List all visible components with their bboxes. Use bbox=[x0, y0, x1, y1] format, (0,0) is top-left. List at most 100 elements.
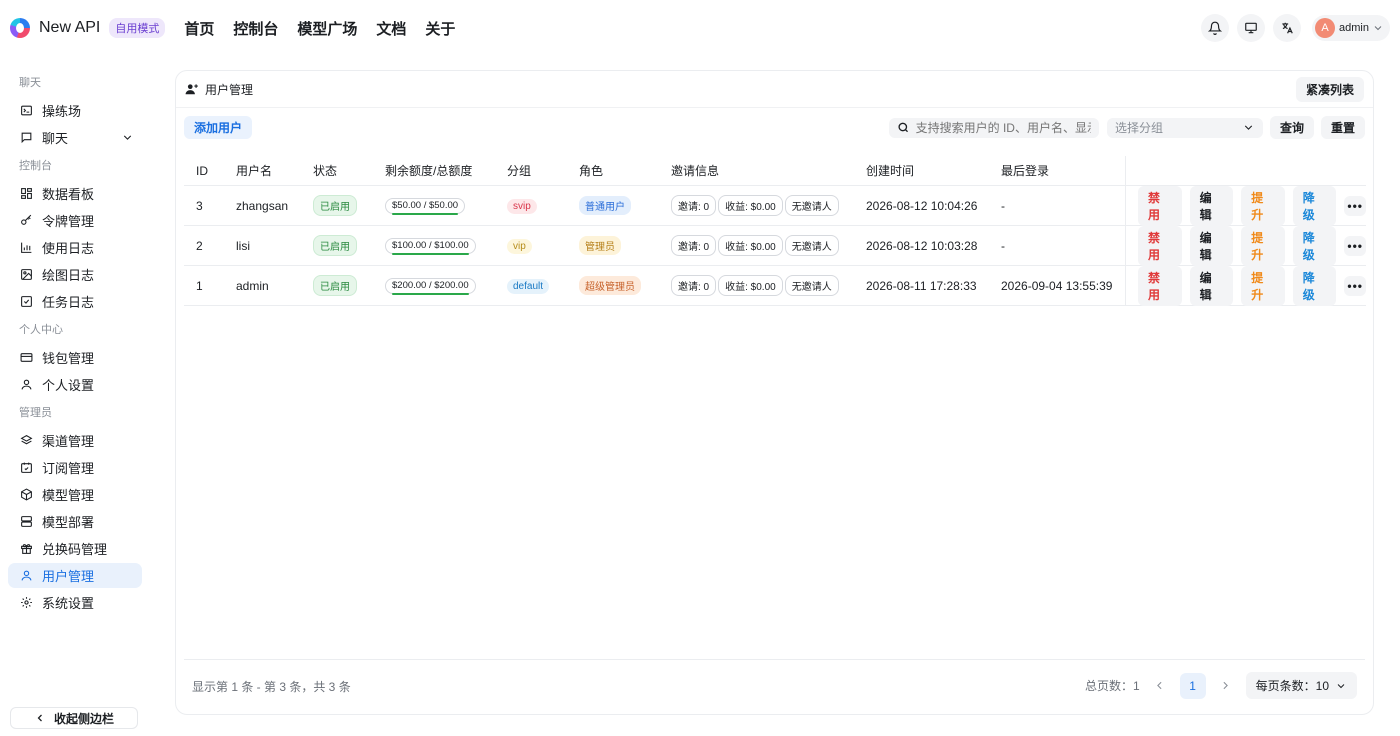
cell-created: 2026-08-12 10:03:28 bbox=[866, 238, 978, 253]
chevron-down-icon[interactable] bbox=[121, 131, 134, 144]
group-select[interactable]: 选择分组 bbox=[1106, 117, 1263, 138]
server-icon bbox=[19, 515, 33, 529]
col-group[interactable]: 分组 bbox=[507, 162, 579, 179]
wallet-icon bbox=[19, 351, 33, 365]
nav-about[interactable]: 关于 bbox=[425, 18, 455, 39]
nav-model-plaza[interactable]: 模型广场 bbox=[297, 18, 357, 39]
inviter: 无邀请人 bbox=[784, 195, 839, 216]
logo-icon[interactable] bbox=[10, 18, 30, 38]
sidebar-item-wallet[interactable]: 钱包管理 bbox=[8, 345, 142, 370]
demote-button[interactable]: 降级 bbox=[1292, 265, 1337, 306]
users-table: ID 用户名 状态 剩余额度/总额度 分组 角色 邀请信息 创建时间 最后登录 … bbox=[184, 155, 1366, 306]
edit-button[interactable]: 编辑 bbox=[1189, 265, 1234, 306]
col-username[interactable]: 用户名 bbox=[236, 162, 313, 179]
prev-page-button[interactable] bbox=[1148, 673, 1172, 699]
more-icon[interactable]: ••• bbox=[1344, 235, 1366, 256]
playground-icon bbox=[19, 104, 33, 118]
sidebar-item-dashboard[interactable]: 数据看板 bbox=[8, 181, 142, 206]
sidebar-item-model-deploy[interactable]: 模型部署 bbox=[8, 509, 142, 534]
disable-button[interactable]: 禁用 bbox=[1138, 265, 1182, 306]
more-icon[interactable]: ••• bbox=[1344, 275, 1366, 296]
cell-last-login: - bbox=[1001, 198, 1005, 213]
cell-username: zhangsan bbox=[236, 198, 289, 213]
disable-button[interactable]: 禁用 bbox=[1138, 225, 1182, 266]
promote-button[interactable]: 提升 bbox=[1241, 225, 1285, 266]
page-size-label: 每页条数：10 bbox=[1255, 679, 1329, 693]
sidebar-item-label: 兑换码管理 bbox=[42, 542, 108, 557]
sidebar-group-console: 控制台 bbox=[19, 160, 52, 172]
collapse-sidebar-label: 收起侧边栏 bbox=[53, 711, 114, 726]
mode-badge: 自用模式 bbox=[109, 18, 166, 38]
sidebar-item-system-settings[interactable]: 系统设置 bbox=[8, 590, 142, 615]
demote-button[interactable]: 降级 bbox=[1292, 185, 1337, 226]
sidebar-item-usage-log[interactable]: 使用日志 bbox=[8, 235, 142, 260]
search-box[interactable] bbox=[888, 117, 1099, 138]
user-management-card: 用户管理 紧凑列表 添加用户 选择分组 查询 重置 ID 用户名 状态 剩余额度… bbox=[175, 70, 1374, 715]
nav-home[interactable]: 首页 bbox=[184, 18, 214, 39]
total-pages: 总页数：1 bbox=[1084, 679, 1140, 693]
user-icon bbox=[19, 378, 33, 392]
col-role[interactable]: 角色 bbox=[579, 162, 671, 179]
role-badge: 超级管理员 bbox=[579, 276, 641, 295]
sidebar-item-personal-settings[interactable]: 个人设置 bbox=[8, 372, 142, 397]
compact-list-button[interactable]: 紧凑列表 bbox=[1295, 76, 1364, 102]
sidebar-item-tokens[interactable]: 令牌管理 bbox=[8, 208, 142, 233]
dashboard-icon bbox=[19, 187, 33, 201]
chevron-right-icon bbox=[1223, 681, 1229, 690]
group-badge: vip bbox=[507, 238, 532, 254]
bell-icon[interactable] bbox=[1201, 14, 1230, 42]
sidebar-item-label: 钱包管理 bbox=[42, 351, 95, 366]
quota-badge: $200.00 / $200.00 bbox=[385, 278, 476, 295]
col-status[interactable]: 状态 bbox=[313, 162, 385, 179]
user-menu[interactable]: A admin bbox=[1312, 15, 1390, 41]
brand-name[interactable]: New API bbox=[39, 19, 100, 37]
promote-button[interactable]: 提升 bbox=[1241, 185, 1285, 226]
gear-icon bbox=[19, 596, 33, 610]
search-input[interactable] bbox=[915, 120, 1091, 135]
invite-earnings: 收益: $0.00 bbox=[718, 275, 783, 296]
card-header: 用户管理 紧凑列表 bbox=[176, 71, 1373, 108]
sidebar-item-label: 模型管理 bbox=[42, 488, 95, 503]
translate-icon[interactable] bbox=[1273, 14, 1302, 42]
demote-button[interactable]: 降级 bbox=[1292, 225, 1337, 266]
sidebar-item-models[interactable]: 模型管理 bbox=[8, 482, 142, 507]
query-button[interactable]: 查询 bbox=[1269, 116, 1314, 139]
sidebar-item-label: 数据看板 bbox=[42, 187, 95, 202]
col-created[interactable]: 创建时间 bbox=[866, 162, 1001, 179]
col-id[interactable]: ID bbox=[184, 164, 236, 178]
reset-button[interactable]: 重置 bbox=[1320, 116, 1365, 139]
header-actions: A admin bbox=[1201, 14, 1390, 42]
sidebar-item-chat[interactable]: 聊天 bbox=[8, 125, 142, 150]
col-quota[interactable]: 剩余额度/总额度 bbox=[385, 162, 507, 179]
edit-button[interactable]: 编辑 bbox=[1189, 185, 1234, 226]
quota-text: $200.00 / $200.00 bbox=[392, 280, 469, 291]
next-page-button[interactable] bbox=[1214, 673, 1238, 699]
nav-docs[interactable]: 文档 bbox=[376, 18, 406, 39]
monitor-icon[interactable] bbox=[1237, 14, 1266, 42]
page-title: 用户管理 bbox=[205, 82, 254, 97]
promote-button[interactable]: 提升 bbox=[1241, 265, 1285, 306]
sidebar-item-channels[interactable]: 渠道管理 bbox=[8, 428, 142, 453]
nav-console[interactable]: 控制台 bbox=[233, 18, 278, 39]
sidebar-item-users[interactable]: 用户管理 bbox=[8, 563, 142, 588]
sidebar-item-drawing-log[interactable]: 绘图日志 bbox=[8, 262, 142, 287]
sidebar-item-redeem-codes[interactable]: 兑换码管理 bbox=[8, 536, 142, 561]
col-invite[interactable]: 邀请信息 bbox=[671, 162, 866, 179]
sidebar-item-label: 绘图日志 bbox=[42, 268, 95, 283]
disable-button[interactable]: 禁用 bbox=[1138, 185, 1182, 226]
quota-text: $50.00 / $50.00 bbox=[392, 200, 459, 211]
page-size-select[interactable]: 每页条数：10 bbox=[1245, 672, 1357, 699]
page-number-current[interactable]: 1 bbox=[1179, 672, 1206, 699]
more-icon[interactable]: ••• bbox=[1344, 195, 1366, 216]
add-user-button[interactable]: 添加用户 bbox=[184, 116, 253, 139]
sidebar-item-playground[interactable]: 操练场 bbox=[8, 98, 142, 123]
sidebar-item-task-log[interactable]: 任务日志 bbox=[8, 289, 142, 314]
chat-icon bbox=[19, 131, 33, 145]
edit-button[interactable]: 编辑 bbox=[1189, 225, 1234, 266]
cell-id: 3 bbox=[196, 198, 203, 213]
col-last-login[interactable]: 最后登录 bbox=[1001, 162, 1125, 179]
invite-earnings: 收益: $0.00 bbox=[718, 195, 783, 216]
sidebar-group-admin: 管理员 bbox=[19, 407, 52, 419]
collapse-sidebar-button[interactable]: 收起侧边栏 bbox=[10, 707, 138, 729]
sidebar-item-subscriptions[interactable]: 订阅管理 bbox=[8, 455, 142, 480]
